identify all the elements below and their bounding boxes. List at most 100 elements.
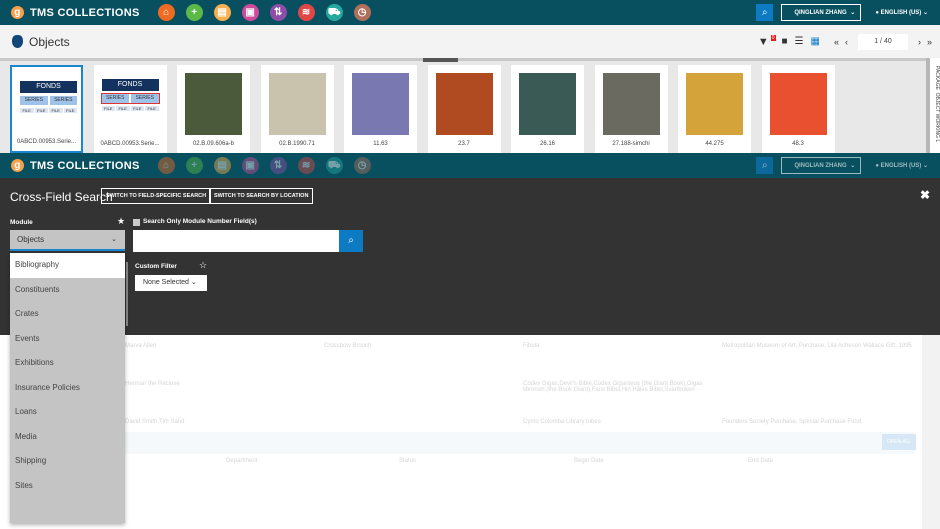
search-icon[interactable]: ⌕ xyxy=(756,4,774,21)
module-number-checkbox[interactable] xyxy=(133,219,140,226)
language-label: ENGLISH (US) xyxy=(880,10,922,16)
file-box: FILE xyxy=(116,106,130,111)
module-bar: Objects ▼ 0 ■ ☰ ▦ « ‹ 1 / 40 › » xyxy=(0,25,940,58)
sort-icon[interactable]: ⇅ xyxy=(269,4,287,21)
thumbnail-label: 23.7 xyxy=(458,141,470,147)
switch-location-button[interactable]: SWITCH TO SEARCH BY LOCATION xyxy=(209,188,314,204)
grid-view-icon[interactable]: ▦ xyxy=(811,36,820,47)
next-page-icon[interactable]: › xyxy=(918,37,921,47)
single-view-icon[interactable]: ■ xyxy=(782,36,788,47)
column-header: Status xyxy=(399,458,417,464)
thumbnail-image xyxy=(185,73,242,135)
home-icon[interactable]: ⌂ xyxy=(157,157,175,174)
thumbnail-image xyxy=(435,73,493,135)
thumbnail-image xyxy=(352,73,409,135)
thumbnail-card[interactable]: 26.16 xyxy=(511,65,584,153)
custom-filter-select[interactable]: None Selected ⌄ xyxy=(135,275,207,291)
page-input[interactable]: 1 / 40 xyxy=(857,33,908,50)
user-menu[interactable]: QINGLIAN ZHANG ⌄ xyxy=(781,157,862,174)
thumbnail-image xyxy=(519,73,576,135)
first-page-icon[interactable]: « xyxy=(834,37,839,47)
app-title: TMS COLLECTIONS xyxy=(30,159,140,172)
list-view-icon[interactable]: ☰ xyxy=(795,36,804,47)
module-option[interactable]: Exhibitions xyxy=(10,351,125,376)
thumbnail-label: 0ABCD.00953.Serie... xyxy=(100,141,160,147)
table-cell: David Smith,Tim Sand xyxy=(125,419,185,425)
search-button[interactable]: ⌕ xyxy=(339,230,363,252)
module-option[interactable]: Loans xyxy=(10,400,125,425)
tab-object-working-list[interactable]: OBJECT WORKING L xyxy=(934,93,940,143)
collapse-handle[interactable] xyxy=(423,58,458,62)
chevron-down-icon: ⌄ xyxy=(111,236,117,243)
side-tabs[interactable]: PACKAGE OBJECT WORKING L xyxy=(926,58,940,153)
thumbnail-card[interactable]: 23.7 xyxy=(427,65,501,153)
document-icon[interactable]: ▤ xyxy=(213,4,231,21)
top-nav-bar-overlay: g TMS COLLECTIONS ⌂ + ▤ ▣ ⇅ ≋ ⛟ ◷ ⌕ QINGLIAN ZHA… xyxy=(0,153,940,178)
thumbnail-card[interactable]: 48.3 xyxy=(761,65,835,153)
module-option[interactable]: Constituents xyxy=(10,278,125,303)
thumbnail-card[interactable]: FONDS SERIES SERIES FILE FILE FILE FILE 0ABCD.0… xyxy=(10,65,83,153)
module-option[interactable]: Shipping xyxy=(10,449,125,474)
module-option[interactable]: Sites xyxy=(10,474,125,499)
logo-icon: g xyxy=(11,159,24,172)
add-icon[interactable]: + xyxy=(185,4,203,21)
series-box: SERIES xyxy=(20,96,48,105)
module-select[interactable]: Objects ⌄ xyxy=(10,230,125,251)
gallery-icon[interactable]: ▣ xyxy=(241,4,259,21)
prev-page-icon[interactable]: ‹ xyxy=(845,37,848,47)
series-box: SERIES xyxy=(101,94,129,103)
layers-icon[interactable]: ≋ xyxy=(297,157,315,174)
file-box: FILE xyxy=(145,106,159,111)
tab-package[interactable]: PACKAGE xyxy=(934,66,940,90)
thumbnail-card[interactable]: 44.275 xyxy=(678,65,751,153)
user-menu[interactable]: QINGLIAN ZHANG ⌄ xyxy=(781,4,862,21)
thumbnail-image xyxy=(268,73,326,135)
filter-icon[interactable]: ▼ xyxy=(758,36,769,48)
sort-icon[interactable]: ⇅ xyxy=(269,157,287,174)
thumbnail-image xyxy=(769,73,827,135)
layers-icon[interactable]: ≋ xyxy=(297,4,315,21)
thumbnail-label: 48.3 xyxy=(792,141,804,147)
add-icon[interactable]: + xyxy=(185,157,203,174)
thumbnail-card[interactable]: 27.188-simchi xyxy=(594,65,668,153)
search-input[interactable] xyxy=(133,230,339,252)
calendar-icon[interactable]: ◷ xyxy=(353,157,371,174)
thumbnail-card[interactable]: 02.B.1990.71 xyxy=(260,65,334,153)
thumbnail-strip: FONDS SERIES SERIES FILE FILE FILE FILE 0ABCD.0… xyxy=(0,58,940,153)
table-cell: Metropolitan Museum of Art, Purchase, Li… xyxy=(722,343,912,349)
cart-icon[interactable]: ⛟ xyxy=(325,157,343,174)
module-option[interactable]: Events xyxy=(10,327,125,352)
app-logo[interactable]: g TMS COLLECTIONS xyxy=(11,159,140,172)
last-page-icon[interactable]: » xyxy=(927,37,932,47)
series-box: SERIES xyxy=(49,96,77,105)
language-select[interactable]: ● ENGLISH (US) ⌄ xyxy=(875,9,928,16)
thumbnail-card[interactable]: 02.B.09.606a-b xyxy=(177,65,250,153)
column-header: Begin Date xyxy=(574,458,604,464)
gallery-icon[interactable]: ▣ xyxy=(241,157,259,174)
thumbnail-label: 27.188-simchi xyxy=(612,141,650,147)
star-outline-icon[interactable]: ☆ xyxy=(199,260,207,271)
calendar-icon[interactable]: ◷ xyxy=(353,4,371,21)
search-icon[interactable]: ⌕ xyxy=(756,157,774,174)
close-icon[interactable]: ✖ xyxy=(920,188,930,202)
thumbnail-card[interactable]: 11.63 xyxy=(344,65,417,153)
module-option[interactable]: Bibliography xyxy=(10,253,125,278)
file-box: FILE xyxy=(34,108,48,113)
app-logo[interactable]: g TMS COLLECTIONS xyxy=(11,6,140,19)
thumbnail-card[interactable]: FONDS SERIES SERIES FILE FILE FILE FILE 0ABCD.0… xyxy=(93,65,167,153)
scrollbar[interactable] xyxy=(922,335,940,529)
module-option[interactable]: Crates xyxy=(10,302,125,327)
home-icon[interactable]: ⌂ xyxy=(157,4,175,21)
cart-icon[interactable]: ⛟ xyxy=(325,4,343,21)
fonds-box: FONDS xyxy=(101,79,159,91)
language-select[interactable]: ● ENGLISH (US) ⌄ xyxy=(875,162,928,169)
star-icon[interactable]: ★ xyxy=(117,216,125,227)
series-box: SERIES xyxy=(131,94,159,103)
open-all-button[interactable]: OPEN ALL xyxy=(882,434,916,450)
module-option[interactable]: Insurance Policies xyxy=(10,376,125,401)
document-icon[interactable]: ▤ xyxy=(213,157,231,174)
file-box: FILE xyxy=(130,106,144,111)
switch-field-specific-button[interactable]: SWITCH TO FIELD-SPECIFIC SEARCH xyxy=(101,188,212,204)
objects-icon xyxy=(12,35,23,48)
module-option[interactable]: Media xyxy=(10,425,125,450)
